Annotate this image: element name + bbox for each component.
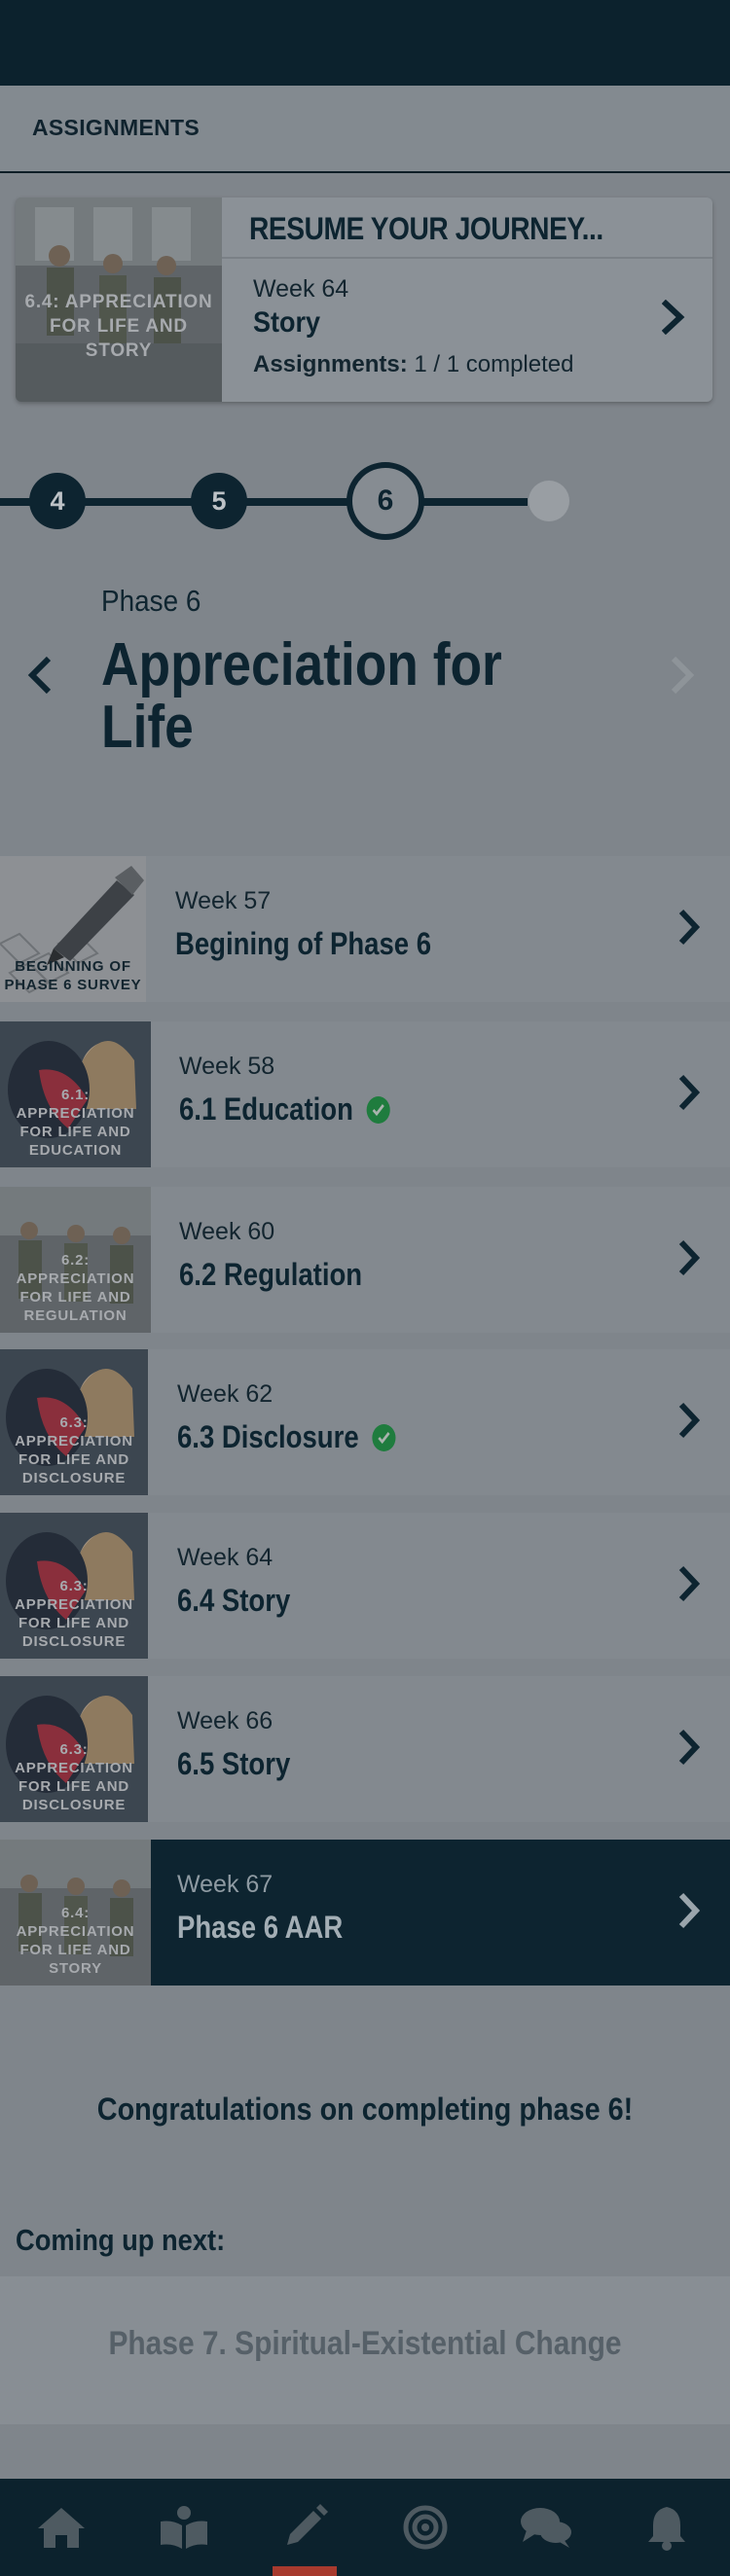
week-title: 6.5 Story xyxy=(177,1746,290,1782)
next-phase-card[interactable]: Phase 7. Spiritual-Existential Change xyxy=(0,2276,730,2424)
week-title-text: Phase 6 AAR xyxy=(177,1910,344,1945)
week-row[interactable]: 6.2: APPRECIATION FOR LIFE AND REGULATIO… xyxy=(0,1187,730,1333)
home-icon[interactable] xyxy=(8,2479,115,2576)
target-icon[interactable] xyxy=(372,2479,479,2576)
resume-heading: RESUME YOUR JOURNEY... xyxy=(249,211,603,246)
week-row-active[interactable]: 6.4: APPRECIATION FOR LIFE AND STORY Wee… xyxy=(0,1840,730,1986)
week-row[interactable]: 6.3: APPRECIATION FOR LIFE AND DISCLOSUR… xyxy=(0,1513,730,1659)
chevron-right-icon xyxy=(661,299,685,340)
week-row[interactable]: 6.1: APPRECIATION FOR LIFE AND EDUCATION… xyxy=(0,1021,730,1167)
week-thumbnail-caption: 6.4: APPRECIATION FOR LIFE AND STORY xyxy=(16,1905,135,1977)
week-row[interactable]: 6.3: APPRECIATION FOR LIFE AND DISCLOSUR… xyxy=(0,1676,730,1822)
chevron-left-icon[interactable] xyxy=(25,655,55,700)
active-tab-indicator xyxy=(273,2566,337,2576)
next-phase-title: Phase 7. Spiritual-Existential Change xyxy=(108,2325,622,2362)
week-row[interactable]: 6.3: APPRECIATION FOR LIFE AND DISCLOSUR… xyxy=(0,1349,730,1495)
resume-assignments-label: Assignments: xyxy=(253,351,408,377)
week-number: Week 64 xyxy=(177,1544,274,1571)
coming-up-label: Coming up next: xyxy=(16,2223,226,2257)
congrats-message: Congratulations on completing phase 6! xyxy=(96,2092,634,2127)
week-title-text: 6.2 Regulation xyxy=(179,1257,363,1292)
week-thumbnail-caption: 6.2: APPRECIATION FOR LIFE AND REGULATIO… xyxy=(16,1252,135,1324)
week-title: 6.1 Education xyxy=(179,1091,390,1127)
week-title-text: 6.5 Story xyxy=(177,1746,291,1781)
resume-assignments: Assignments: 1 / 1 completed xyxy=(253,351,573,378)
week-title: Begining of Phase 6 xyxy=(175,926,431,962)
week-number: Week 58 xyxy=(179,1053,275,1080)
week-thumbnail: 6.3: APPRECIATION FOR LIFE AND DISCLOSUR… xyxy=(0,1676,148,1822)
week-title: 6.3 Disclosure xyxy=(177,1419,396,1455)
section-title: ASSIGNMENTS xyxy=(32,115,200,140)
resume-week: Week 64 xyxy=(253,275,349,303)
checkmark-icon xyxy=(366,1095,390,1124)
week-title-text: Begining of Phase 6 xyxy=(175,926,432,961)
week-number: Week 66 xyxy=(177,1707,274,1735)
resume-heading-bar: RESUME YOUR JOURNEY... xyxy=(222,197,712,259)
bell-icon[interactable] xyxy=(613,2479,720,2576)
chevron-right-icon xyxy=(677,1073,701,1117)
chevron-right-icon xyxy=(677,1728,701,1771)
week-row[interactable]: BEGINNING OF PHASE 6 SURVEY Week 57 Begi… xyxy=(0,856,730,1002)
chevron-right-icon xyxy=(677,1564,701,1608)
checkmark-icon xyxy=(372,1423,396,1451)
week-number: Week 62 xyxy=(177,1380,274,1408)
top-app-bar xyxy=(0,0,730,86)
resume-thumbnail: 6.4: APPRECIATION FOR LIFE AND STORY xyxy=(16,197,222,402)
chevron-right-icon xyxy=(677,908,701,951)
week-number: Week 57 xyxy=(175,887,272,914)
stepper-line xyxy=(420,498,528,506)
week-title-text: 6.1 Education xyxy=(179,1091,353,1127)
week-title: 6.2 Regulation xyxy=(179,1257,362,1293)
week-title: Phase 6 AAR xyxy=(177,1910,343,1946)
resume-journey-card[interactable]: 6.4: APPRECIATION FOR LIFE AND STORY RES… xyxy=(16,197,712,402)
week-thumbnail: 6.3: APPRECIATION FOR LIFE AND DISCLOSUR… xyxy=(0,1513,148,1659)
week-thumbnail: 6.1: APPRECIATION FOR LIFE AND EDUCATION xyxy=(0,1021,151,1167)
week-number: Week 60 xyxy=(179,1218,275,1245)
pencil-icon[interactable] xyxy=(251,2479,358,2576)
week-thumbnail: 6.3: APPRECIATION FOR LIFE AND DISCLOSUR… xyxy=(0,1349,148,1495)
week-thumbnail-caption: BEGINNING OF PHASE 6 SURVEY xyxy=(4,958,142,993)
week-title: 6.4 Story xyxy=(177,1583,290,1619)
week-number: Week 67 xyxy=(177,1871,274,1898)
resume-name: Story xyxy=(253,306,321,339)
book-icon[interactable] xyxy=(130,2479,237,2576)
chevron-right-icon xyxy=(677,1238,701,1282)
stepper-node-4[interactable]: 4 xyxy=(29,473,86,529)
resume-assignments-value: 1 / 1 completed xyxy=(414,351,574,377)
week-thumbnail: 6.2: APPRECIATION FOR LIFE AND REGULATIO… xyxy=(0,1187,151,1333)
week-title-text: 6.4 Story xyxy=(177,1583,291,1618)
stepper-node-future xyxy=(529,481,569,521)
stepper-node-5[interactable]: 5 xyxy=(191,473,247,529)
phase-title: Appreciation for Life xyxy=(101,631,502,761)
stepper-node-current[interactable]: 6 xyxy=(347,462,424,540)
week-title-text: 6.3 Disclosure xyxy=(177,1419,359,1454)
section-header: ASSIGNMENTS xyxy=(0,86,730,173)
chevron-right-icon xyxy=(677,1891,701,1935)
week-thumbnail: BEGINNING OF PHASE 6 SURVEY xyxy=(0,856,146,1002)
phase-stepper: 4 5 6 xyxy=(0,457,730,545)
week-thumbnail-caption: 6.3: APPRECIATION FOR LIFE AND DISCLOSUR… xyxy=(15,1414,133,1486)
week-thumbnail-caption: 6.1: APPRECIATION FOR LIFE AND EDUCATION xyxy=(16,1087,135,1159)
chevron-right-icon xyxy=(677,1401,701,1445)
bottom-tab-bar xyxy=(0,2479,730,2576)
week-thumbnail-caption: 6.3: APPRECIATION FOR LIFE AND DISCLOSUR… xyxy=(15,1741,133,1813)
chevron-right-icon xyxy=(668,655,697,700)
resume-thumbnail-caption: 6.4: APPRECIATION FOR LIFE AND STORY xyxy=(24,292,213,361)
week-thumbnail-caption: 6.3: APPRECIATION FOR LIFE AND DISCLOSUR… xyxy=(15,1578,133,1650)
stepper-line xyxy=(84,498,195,506)
phase-label: Phase 6 xyxy=(101,584,201,618)
stepper-line xyxy=(243,498,350,506)
chat-icon[interactable] xyxy=(493,2479,600,2576)
week-thumbnail: 6.4: APPRECIATION FOR LIFE AND STORY xyxy=(0,1840,151,1986)
